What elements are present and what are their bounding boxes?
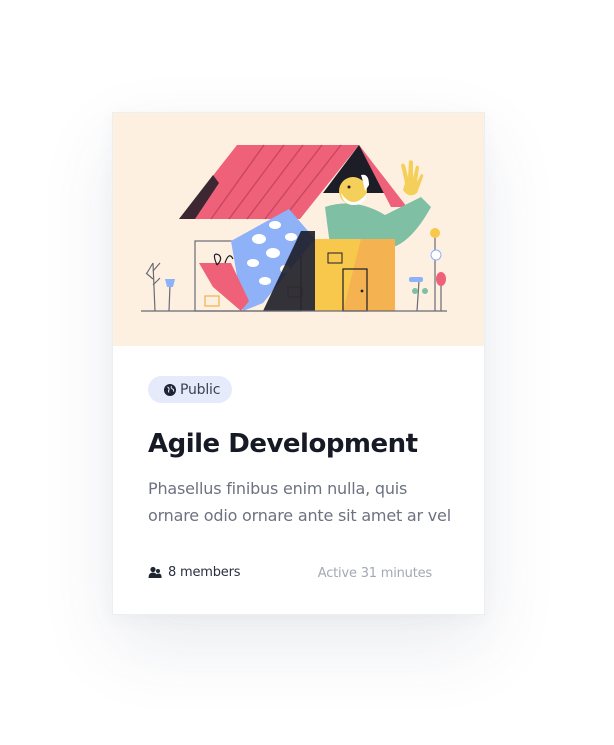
page: Public Agile Development Phasellus finib…	[0, 0, 614, 745]
house-with-person-illustration	[141, 144, 447, 312]
users-icon	[148, 566, 162, 578]
card-illustration	[113, 113, 484, 346]
visibility-badge: Public	[148, 376, 233, 403]
project-card[interactable]: Public Agile Development Phasellus finib…	[112, 112, 485, 615]
activity-timestamp: Active 31 minutes	[317, 566, 432, 581]
visibility-badge-label: Public	[180, 381, 221, 398]
card-title[interactable]: Agile Development	[148, 429, 418, 459]
members-label: 8 members	[168, 565, 241, 580]
card-description: Phasellus finibus enim nulla, quis ornar…	[148, 479, 451, 525]
members-count[interactable]: 8 members	[148, 565, 240, 580]
globe-icon	[164, 383, 176, 396]
